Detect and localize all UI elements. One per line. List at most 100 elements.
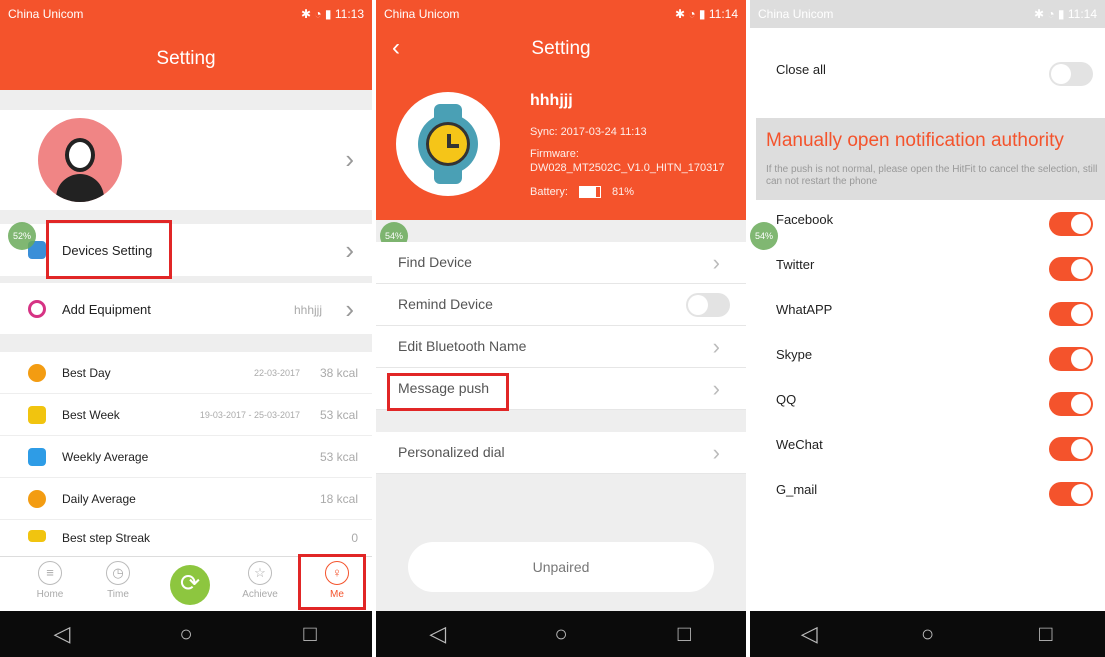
stat-label: Best Week [62, 408, 120, 422]
equipment-name: hhhjjj [293, 303, 322, 317]
app-row-facebook: Facebook [750, 200, 1105, 245]
trophy-icon [28, 406, 46, 424]
stat-label: Daily Average [62, 492, 136, 506]
chevron-right-icon: › [345, 235, 354, 265]
app-label: WeChat [776, 437, 823, 452]
edit-bluetooth-name-row[interactable]: Edit Bluetooth Name › [376, 326, 746, 368]
app-row-wechat: WeChat [750, 425, 1105, 470]
highlight-box [387, 373, 509, 411]
battery-percent: 81% [612, 186, 635, 198]
highlight-box [46, 220, 172, 279]
recents-icon[interactable]: □ [1026, 621, 1066, 647]
carrier-label: China Unicom [384, 7, 460, 21]
app-label: Facebook [776, 212, 834, 227]
stat-row-best-day: Best Day 22-03-2017 38 kcal [0, 352, 372, 394]
back-icon[interactable]: ◁ [418, 621, 458, 647]
sun-icon [28, 364, 46, 382]
recents-icon[interactable]: □ [290, 621, 330, 647]
system-nav-bar: ◁ ○ □ [0, 611, 372, 657]
sync-button[interactable]: ⟳ [170, 565, 210, 605]
app-label: G_mail [776, 482, 818, 497]
app-row-qq: QQ [750, 380, 1105, 425]
find-device-row[interactable]: Find Device › [376, 242, 746, 284]
home-circle-icon[interactable]: ○ [907, 621, 947, 647]
status-bar: China Unicom ✱ ◔ ▮ 11:14 [376, 0, 746, 28]
tab-label: Home [36, 589, 64, 600]
close-all-toggle[interactable] [1049, 62, 1093, 86]
gmail-toggle[interactable] [1049, 482, 1093, 506]
status-icons: ✱ ◔ ▮ 11:14 [1033, 7, 1097, 21]
row-label: Remind Device [398, 296, 493, 312]
home-icon: ≡ [38, 561, 62, 585]
clock-icon [28, 490, 46, 508]
close-all-row: Close all [750, 50, 1105, 95]
settings-screen-device: China Unicom ✱ ◔ ▮ 11:14 ‹ Setting hhhjj… [376, 0, 746, 657]
tab-label: Time [107, 589, 129, 600]
app-row-skype: Skype [750, 335, 1105, 380]
carrier-label: China Unicom [758, 7, 834, 21]
crown-icon [28, 530, 46, 542]
system-nav-bar: ◁ ○ □ [376, 611, 746, 657]
chevron-right-icon: › [712, 440, 720, 465]
personalized-dial-row[interactable]: Personalized dial › [376, 432, 746, 474]
back-icon[interactable]: ◁ [42, 621, 82, 647]
page-title: Setting [531, 38, 591, 59]
wechat-toggle[interactable] [1049, 437, 1093, 461]
facebook-toggle[interactable] [1049, 212, 1093, 236]
recents-icon[interactable]: □ [664, 621, 704, 647]
clock: 11:14 [1067, 7, 1097, 21]
row-label: Personalized dial [398, 444, 505, 460]
back-icon[interactable]: ◁ [789, 621, 829, 647]
whatsapp-toggle[interactable] [1049, 302, 1093, 326]
remind-device-row: Remind Device [376, 284, 746, 326]
watch-image [396, 92, 500, 196]
add-equipment-row[interactable]: Add Equipment hhhjjj › [0, 282, 372, 334]
tab-time[interactable]: ◷ Time [88, 561, 148, 600]
add-equipment-label: Add Equipment [62, 302, 151, 317]
app-label: Twitter [776, 257, 815, 272]
settings-screen-me: China Unicom ✱ ◔ ▮ 11:13 Setting › Devic… [0, 0, 372, 657]
app-label: QQ [776, 392, 797, 407]
twitter-toggle[interactable] [1049, 257, 1093, 281]
battery-icon [579, 186, 601, 198]
message-push-screen: China Unicom ✱ ◔ ▮ 11:14 Close all Manua… [750, 0, 1105, 657]
stat-date: 22-03-2017 [253, 368, 300, 378]
chevron-right-icon: › [712, 250, 720, 275]
unpaired-button[interactable]: Unpaired [408, 542, 714, 592]
skype-toggle[interactable] [1049, 347, 1093, 371]
star-icon: ☆ [248, 561, 272, 585]
app-row-gmail: G_mail [750, 470, 1105, 515]
calendar-icon [28, 448, 46, 466]
app-label: WhatAPP [776, 302, 833, 317]
stat-row-best-week: Best Week 19-03-2017 - 25-03-2017 53 kca… [0, 394, 372, 436]
watch-icon [28, 300, 46, 318]
avatar[interactable] [38, 118, 122, 202]
tab-home[interactable]: ≡ Home [20, 561, 80, 600]
row-label: Find Device [398, 254, 472, 270]
notification-info-box: Manually open notification authority If … [756, 118, 1105, 200]
firmware-version: DW028_MT2502C_V1.0_HITN_170317 [530, 162, 725, 174]
remind-device-toggle[interactable] [686, 293, 730, 317]
battery-label: Battery: [530, 186, 568, 198]
highlight-box [298, 554, 366, 610]
stat-value: 38 kcal [319, 366, 358, 380]
row-label: Edit Bluetooth Name [398, 338, 527, 354]
time-icon: ◷ [106, 561, 130, 585]
page-title: Setting [156, 48, 216, 69]
tab-achieve[interactable]: ☆ Achieve [230, 561, 290, 600]
app-row-twitter: Twitter [750, 245, 1105, 290]
info-title: Manually open notification authority [766, 130, 1064, 151]
stat-row-daily-average: Daily Average 18 kcal [0, 478, 372, 520]
sync-time: Sync: 2017-03-24 11:13 [530, 126, 647, 138]
chevron-right-icon: › [712, 376, 720, 401]
home-circle-icon[interactable]: ○ [541, 621, 581, 647]
profile-card[interactable]: › [0, 110, 372, 210]
firmware-label: Firmware: [530, 148, 579, 160]
qq-toggle[interactable] [1049, 392, 1093, 416]
stat-label: Best Day [62, 366, 111, 380]
stat-label: Weekly Average [62, 450, 149, 464]
stat-date: 19-03-2017 - 25-03-2017 [199, 410, 300, 420]
row-label: Close all [776, 62, 826, 77]
home-circle-icon[interactable]: ○ [166, 621, 206, 647]
clock: 11:13 [334, 7, 364, 21]
